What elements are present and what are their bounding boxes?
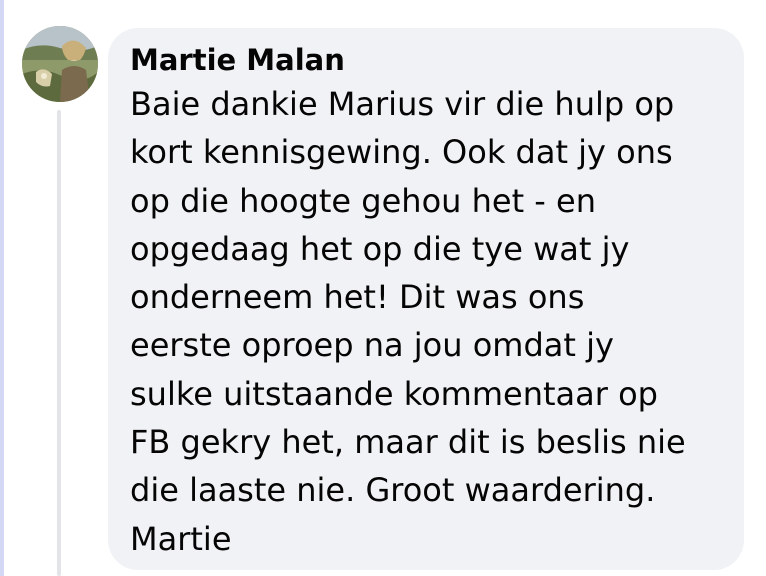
reply-thread-line (57, 110, 61, 576)
comment-author-name[interactable]: Martie Malan (130, 42, 724, 78)
profile-photo-icon (22, 26, 98, 102)
left-border-rule (0, 0, 4, 576)
avatar[interactable] (22, 26, 98, 102)
comment-text: Baie dankie Marius vir die hulp op kort … (130, 85, 686, 558)
comment-bubble: Martie Malan Baie dankie Marius vir die … (108, 28, 744, 570)
